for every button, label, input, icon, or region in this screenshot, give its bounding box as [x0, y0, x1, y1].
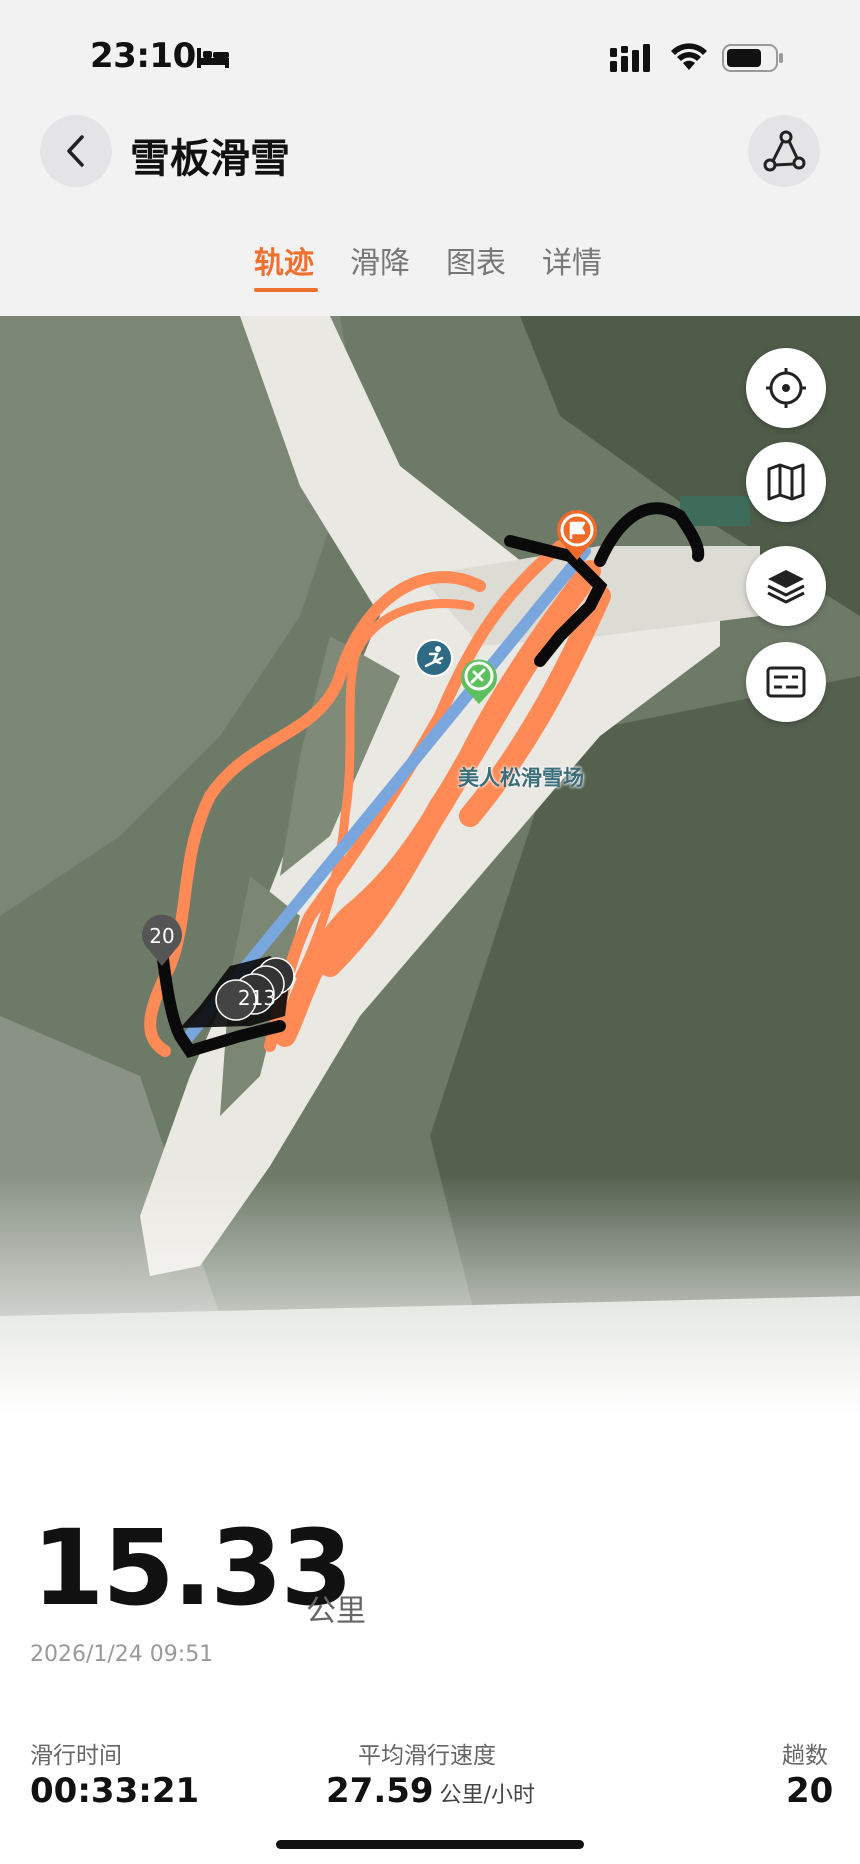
avg-speed-label: 平均滑行速度 — [358, 1743, 496, 1769]
legend-icon — [766, 666, 806, 698]
battery-icon — [722, 44, 783, 72]
distance-unit: 公里 — [306, 1594, 366, 1629]
home-indicator[interactable] — [276, 1840, 584, 1849]
distance-value: 15.33 — [32, 1507, 353, 1629]
ski-time-label: 滑行时间 — [30, 1743, 122, 1769]
tab-bar: 轨迹 滑降 图表 详情 — [0, 238, 860, 298]
skier-poi-icon — [415, 639, 453, 677]
route-icon — [763, 130, 806, 172]
app-header: 23:10 雪板滑雪 轨迹 滑降 图表 详情 — [0, 0, 860, 316]
activity-date: 2026/1/24 09:51 — [30, 1642, 214, 1667]
start-flag-marker — [557, 510, 597, 560]
avg-speed-value: 27.59 — [326, 1771, 434, 1811]
bed-icon — [197, 48, 229, 68]
active-tab-indicator — [254, 288, 318, 292]
wifi-icon — [671, 43, 707, 70]
layers-button[interactable] — [746, 546, 826, 626]
avg-speed: 27.59 公里/小时 — [326, 1771, 535, 1811]
runs-label: 趟数 — [782, 1743, 828, 1769]
summary-panel: 15.33 公里 2026/1/24 09:51 滑行时间 00:33:21 平… — [0, 1416, 860, 1864]
lap-marker-label: 20 — [149, 924, 175, 948]
legend-button[interactable] — [746, 642, 826, 722]
tab-track[interactable]: 轨迹 — [254, 238, 314, 282]
track-map[interactable]: 美人松滑雪场 20 213 — [0, 316, 860, 1416]
locate-button[interactable] — [746, 348, 826, 428]
status-time: 23:10 — [90, 36, 196, 76]
back-button[interactable] — [40, 115, 112, 187]
satellite-map — [0, 316, 860, 1416]
lap-marker-cluster-label: 213 — [237, 986, 277, 1010]
poi-label: 美人松滑雪场 — [458, 766, 584, 790]
avg-speed-unit: 公里/小时 — [439, 1783, 535, 1808]
ski-time-value: 00:33:21 — [30, 1771, 200, 1811]
end-marker — [461, 659, 497, 704]
tab-details[interactable]: 详情 — [542, 238, 602, 282]
tab-charts[interactable]: 图表 — [446, 238, 506, 282]
map-view-button[interactable] — [746, 442, 826, 522]
chevron-left-icon — [67, 135, 84, 167]
tab-descent[interactable]: 滑降 — [350, 238, 410, 282]
runs-value: 20 — [786, 1771, 834, 1811]
route-button[interactable] — [748, 115, 820, 187]
locate-icon — [766, 368, 806, 408]
signal-icon — [610, 44, 650, 72]
layers-icon — [767, 570, 805, 604]
page-title: 雪板滑雪 — [130, 136, 290, 182]
map-view-icon — [767, 463, 805, 501]
